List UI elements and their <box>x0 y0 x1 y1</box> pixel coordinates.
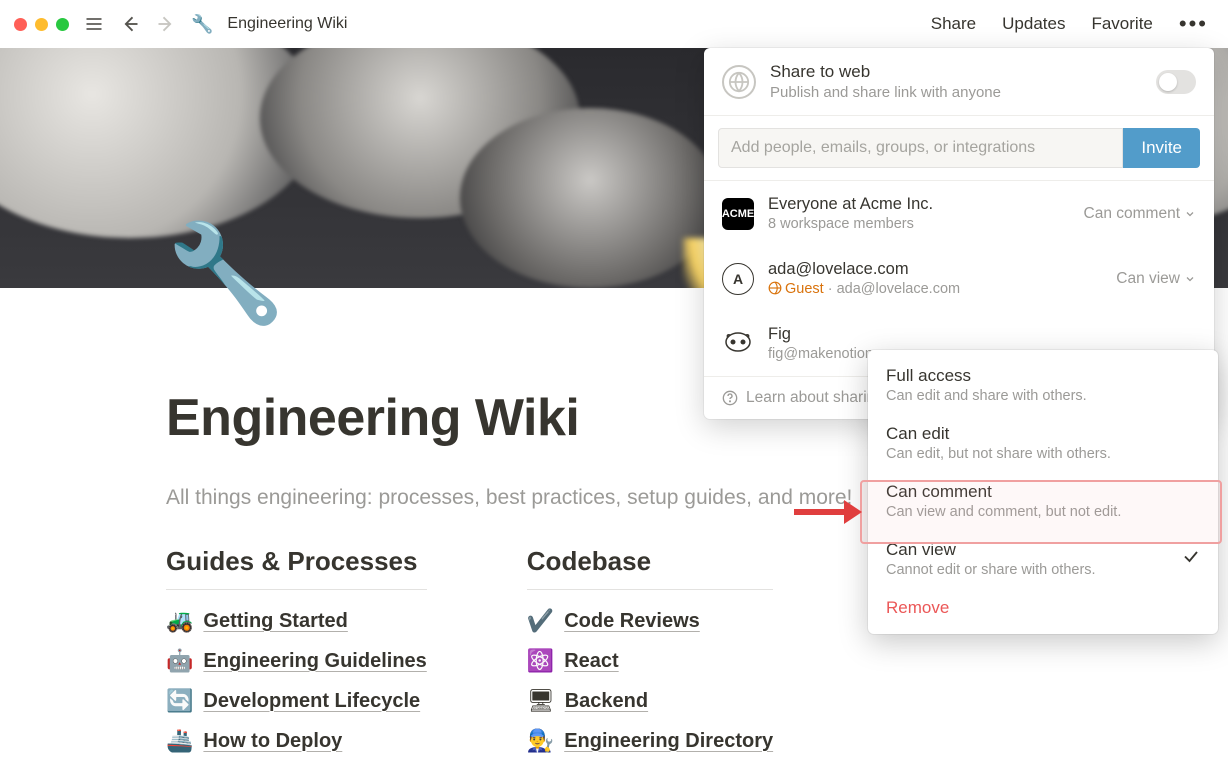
annotation-arrow <box>790 494 862 535</box>
link-emoji: 🔄 <box>166 688 193 714</box>
page-link[interactable]: 🖥 Backend <box>527 688 773 714</box>
permission-remove-label: Remove <box>886 598 1200 618</box>
link-label[interactable]: How to Deploy <box>203 730 342 753</box>
permission-option[interactable]: Can edit Can edit, but not share with oth… <box>868 414 1218 472</box>
member-sub: Guest · ada@lovelace.com <box>768 281 1102 297</box>
column-0: Guides & Processes 🚜 Getting Started 🤖 Engin… <box>166 546 427 754</box>
share-web-toggle[interactable] <box>1156 70 1196 94</box>
link-label[interactable]: React <box>564 650 618 673</box>
globe-icon <box>722 65 756 99</box>
nav-forward-icon[interactable] <box>155 13 177 35</box>
more-menu-icon[interactable]: ••• <box>1173 11 1214 37</box>
permission-option-sub: Cannot edit or share with others. <box>886 562 1200 578</box>
add-people-row: Invite <box>704 115 1214 181</box>
permission-option-sub: Can edit and share with others. <box>886 388 1200 404</box>
page-link[interactable]: 🚜 Getting Started <box>166 608 427 634</box>
link-emoji: ⚛️ <box>527 648 554 674</box>
permission-option-sub: Can edit, but not share with others. <box>886 446 1200 462</box>
check-icon <box>1182 548 1200 571</box>
member-name: Fig <box>768 325 1196 344</box>
breadcrumb-title[interactable]: Engineering Wiki <box>227 15 347 33</box>
permission-dropdown: Full access Can edit and share with other… <box>868 350 1218 634</box>
member-name: ada@lovelace.com <box>768 260 1102 279</box>
favorite-button[interactable]: Favorite <box>1085 10 1158 38</box>
top-toolbar: 🔧 Engineering Wiki Share Updates Favorit… <box>0 0 1228 48</box>
member-name: Everyone at Acme Inc. <box>768 195 1070 214</box>
permission-remove[interactable]: Remove <box>868 588 1218 628</box>
share-to-web-title: Share to web <box>770 62 1142 82</box>
link-label[interactable]: Backend <box>565 690 648 713</box>
column-1: Codebase ✔️ Code Reviews ⚛️ React 🖥 Backend 👨‍🔧… <box>527 546 773 754</box>
chevron-down-icon <box>1184 273 1196 285</box>
page-icon-wrench: 🔧 <box>191 14 213 35</box>
share-to-web-row[interactable]: Share to web Publish and share link with… <box>704 48 1214 115</box>
add-people-input[interactable] <box>718 128 1123 168</box>
learn-sharing-link[interactable]: Learn about sharing <box>746 389 884 407</box>
link-label[interactable]: Engineering Guidelines <box>203 650 426 673</box>
share-popover: Share to web Publish and share link with… <box>704 48 1214 419</box>
permission-option-sub: Can view and comment, but not edit. <box>886 504 1200 520</box>
permission-option-title: Can view <box>886 540 1200 560</box>
permission-label: Can view <box>1116 270 1180 288</box>
link-emoji: ✔️ <box>527 608 554 634</box>
hamburger-menu-icon[interactable] <box>83 13 105 35</box>
link-label[interactable]: Engineering Directory <box>564 730 773 753</box>
window-controls <box>14 18 69 31</box>
column-heading: Codebase <box>527 546 773 577</box>
page-hero-icon[interactable]: 🔧 <box>166 226 286 322</box>
share-to-web-sub: Publish and share link with anyone <box>770 84 1142 101</box>
link-emoji: 🚢 <box>166 728 193 754</box>
link-label[interactable]: Getting Started <box>203 610 347 633</box>
share-member-row: Aada@lovelace.com Guest · ada@lovelace.co… <box>704 246 1214 311</box>
permission-option-title: Full access <box>886 366 1200 386</box>
page-link[interactable]: 🔄 Development Lifecycle <box>166 688 427 714</box>
page-link[interactable]: 👨‍🔧 Engineering Directory <box>527 728 773 754</box>
permission-option[interactable]: Can view Cannot edit or share with others… <box>868 530 1218 588</box>
avatar: A <box>722 263 754 295</box>
column-heading: Guides & Processes <box>166 546 427 577</box>
permission-selector[interactable]: Can comment <box>1084 205 1196 223</box>
link-label[interactable]: Development Lifecycle <box>203 690 420 713</box>
page-link[interactable]: 🚢 How to Deploy <box>166 728 427 754</box>
chevron-down-icon <box>1184 208 1196 220</box>
invite-button[interactable]: Invite <box>1123 128 1200 168</box>
permission-option-title: Can comment <box>886 482 1200 502</box>
link-emoji: 🤖 <box>166 648 193 674</box>
avatar <box>722 328 754 360</box>
updates-button[interactable]: Updates <box>996 10 1071 38</box>
nav-back-icon[interactable] <box>119 13 141 35</box>
permission-option-title: Can edit <box>886 424 1200 444</box>
share-button[interactable]: Share <box>925 10 982 38</box>
minimize-window[interactable] <box>35 18 48 31</box>
help-icon <box>722 390 738 406</box>
page-link[interactable]: 🤖 Engineering Guidelines <box>166 648 427 674</box>
link-emoji: 👨‍🔧 <box>527 728 554 754</box>
share-member-row: ACME Everyone at Acme Inc. 8 workspace mem… <box>704 181 1214 246</box>
maximize-window[interactable] <box>56 18 69 31</box>
permission-label: Can comment <box>1084 205 1180 223</box>
page-link[interactable]: ⚛️ React <box>527 648 773 674</box>
link-emoji: 🚜 <box>166 608 193 634</box>
close-window[interactable] <box>14 18 27 31</box>
page-link[interactable]: ✔️ Code Reviews <box>527 608 773 634</box>
avatar: ACME <box>722 198 754 230</box>
link-label[interactable]: Code Reviews <box>564 610 700 633</box>
permission-selector[interactable]: Can view <box>1116 270 1196 288</box>
permission-option[interactable]: Full access Can edit and share with other… <box>868 356 1218 414</box>
member-sub: 8 workspace members <box>768 216 1070 232</box>
permission-option[interactable]: Can comment Can view and comment, but not… <box>868 472 1218 530</box>
link-emoji: 🖥 <box>527 688 555 714</box>
